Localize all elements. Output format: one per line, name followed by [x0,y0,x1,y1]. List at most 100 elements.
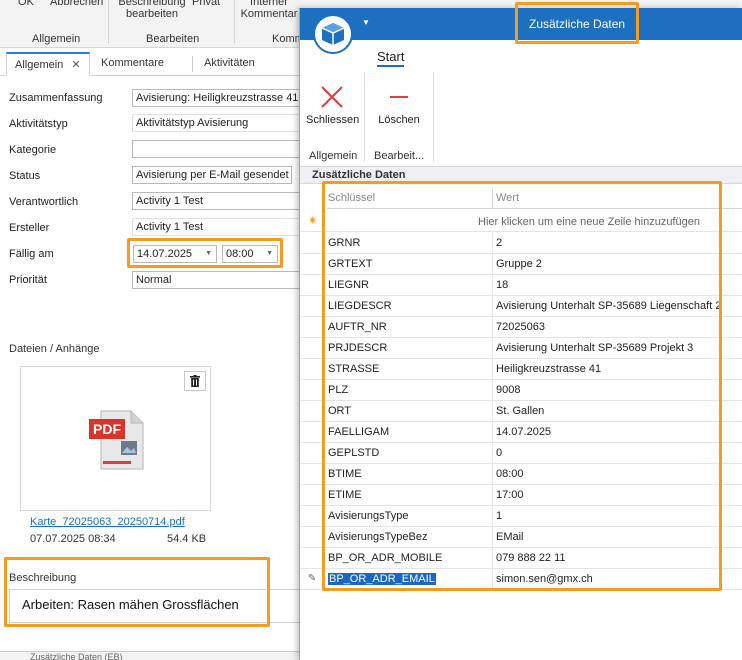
table-row[interactable]: AvisierungsType 1 [300,506,742,527]
due-date-input[interactable]: 14.07.2025 ▼ [133,245,217,263]
key-cell[interactable]: FAELLIGAM [328,426,389,438]
chevron-down-icon[interactable]: ▼ [266,246,273,262]
close-icon[interactable]: ✕ [71,59,80,71]
table-row[interactable]: PLZ 9008 [300,380,742,401]
minus-icon [390,96,408,98]
chevron-down-icon[interactable]: ▼ [205,246,212,262]
key-cell[interactable]: BP_OR_ADR_EMAIL [328,573,436,585]
value-cell[interactable]: 1 [496,510,502,522]
responsible-select[interactable]: Activity 1 Test [132,192,307,210]
ribbon-group-general: Allgemein [32,33,81,45]
grid-header: Schlüssel Wert [327,189,742,209]
table-row[interactable]: BTIME 08:00 [300,464,742,485]
key-cell[interactable]: BTIME [328,468,362,480]
table-row[interactable]: LIEGDESCR Avisierung Unterhalt SP-35689 L… [300,296,742,317]
new-row-hint: Hier klicken um eine neue Zeile hinzuzuf… [478,216,700,228]
key-cell[interactable]: PLZ [328,384,348,396]
value-cell[interactable]: 14.07.2025 [496,426,551,438]
value-cell[interactable]: Avisierung Unterhalt SP-35689 Projekt 3 [496,342,693,354]
pdf-file-icon: PDF [89,410,144,470]
dialog-titlebar: ▼ Zusätzliche Daten [300,8,742,54]
table-row[interactable]: FAELLIGAM 14.07.2025 [300,422,742,443]
chevron-down-icon[interactable]: ▼ [362,18,370,27]
bottom-tab-bar: Zusätzliche Daten (EB) [0,651,300,660]
due-date-label: Fällig am [9,248,54,260]
tab-comments[interactable]: Kommentare [93,52,172,76]
key-cell[interactable]: PRJDESCR [328,342,387,354]
new-row-star-icon: ✷ [308,215,318,227]
key-cell[interactable]: ETIME [328,489,362,501]
value-cell[interactable]: St. Gallen [496,405,544,417]
svg-text:PDF: PDF [93,421,121,437]
status-label: Status [9,170,41,182]
key-cell[interactable]: LIEGNR [328,279,369,291]
key-cell[interactable]: AUFTR_NR [328,321,387,333]
key-cell[interactable]: BP_OR_ADR_MOBILE [328,552,442,564]
table-row[interactable]: AvisierungsTypeBez EMail [300,527,742,548]
key-cell[interactable]: LIEGDESCR [328,300,392,312]
table-row[interactable]: ETIME 17:00 [300,485,742,506]
tab-start[interactable]: Start [377,49,405,67]
value-cell[interactable]: 9008 [496,384,520,396]
app-logo-icon[interactable] [313,14,353,54]
edit-description-button[interactable]: Beschreibung bearbeiten [112,0,192,20]
attachment-card[interactable]: PDF [20,366,211,511]
summary-input[interactable]: Avisierung: Heiligkreuzstrasse 41 I [132,89,307,107]
key-cell[interactable]: AvisierungsType [328,510,409,522]
cancel-button[interactable]: Abbrechen [50,0,103,8]
activity-tabs: Allgemein ✕ Kommentare Aktivitäten [0,52,300,76]
column-header-key[interactable]: Schlüssel [328,192,375,204]
table-row[interactable]: STRASSE Heiligkreuzstrasse 41 [300,359,742,380]
key-cell[interactable]: GRNR [328,237,360,249]
value-cell[interactable]: Avisierung Unterhalt SP-35689 Liegenscha… [496,300,721,312]
table-row[interactable]: ✎ BP_OR_ADR_EMAIL simon.sen@gmx.ch [300,569,742,590]
key-cell[interactable]: ORT [328,405,351,417]
ok-button[interactable]: OK [18,0,34,8]
tab-activities[interactable]: Aktivitäten [196,52,263,76]
table-row[interactable]: GRTEXT Gruppe 2 [300,254,742,275]
value-cell[interactable]: Gruppe 2 [496,258,542,270]
value-cell[interactable]: 08:00 [496,468,524,480]
table-row[interactable]: ORT St. Gallen [300,401,742,422]
value-cell[interactable]: 079 888 22 11 [496,552,566,564]
ribbon-group-edit: Bearbeit... [374,150,425,162]
status-select[interactable]: Avisierung per E-Mail gesendet [132,166,292,184]
dialog-ribbon: Schliessen Löschen Allgemein Bearbeit... [300,68,742,168]
table-row[interactable]: PRJDESCR Avisierung Unterhalt SP-35689 Pr… [300,338,742,359]
table-row[interactable]: LIEGNR 18 [300,275,742,296]
section-header: Zusätzliche Daten [300,166,742,184]
new-row[interactable]: ✷ Hier klicken um eine neue Zeile hinzuz… [300,211,742,232]
table-row[interactable]: BP_OR_ADR_MOBILE 079 888 22 11 [300,548,742,569]
due-time-input[interactable]: 08:00 ▼ [222,245,278,263]
table-row[interactable]: GRNR 2 [300,233,742,254]
delete-attachment-button[interactable] [184,371,206,391]
value-cell[interactable]: simon.sen@gmx.ch [496,573,593,585]
value-cell[interactable]: EMail [496,531,524,543]
delete-button[interactable]: Löschen [374,80,424,126]
column-header-value[interactable]: Wert [496,192,519,204]
table-row[interactable]: GEPLSTD 0 [300,443,742,464]
private-button[interactable]: Privat [192,0,220,8]
value-cell[interactable]: Heiligkreuzstrasse 41 [496,363,601,375]
priority-select[interactable]: Normal [132,271,307,289]
trash-icon [190,375,200,387]
tab-general[interactable]: Allgemein ✕ [6,52,90,76]
bottom-tab-label[interactable]: Zusätzliche Daten (EB) [30,652,123,660]
value-cell[interactable]: 17:00 [496,489,524,501]
summary-label: Zusammenfassung [9,92,103,104]
internal-comment-button[interactable]: Interner Kommentar [238,0,300,20]
value-cell[interactable]: 0 [496,447,502,459]
attachment-link[interactable]: Karte_72025063_20250714.pdf [30,516,185,528]
value-cell[interactable]: 18 [496,279,508,291]
table-row[interactable]: AUFTR_NR 72025063 [300,317,742,338]
close-button[interactable]: Schliessen [306,80,359,126]
creator-field: Activity 1 Test [132,218,307,236]
value-cell[interactable]: 72025063 [496,321,545,333]
key-cell[interactable]: GRTEXT [328,258,372,270]
close-icon [321,86,343,108]
key-cell[interactable]: STRASSE [328,363,379,375]
category-input[interactable] [132,140,307,158]
key-cell[interactable]: AvisierungsTypeBez [328,531,427,543]
value-cell[interactable]: 2 [496,237,502,249]
key-cell[interactable]: GEPLSTD [328,447,379,459]
